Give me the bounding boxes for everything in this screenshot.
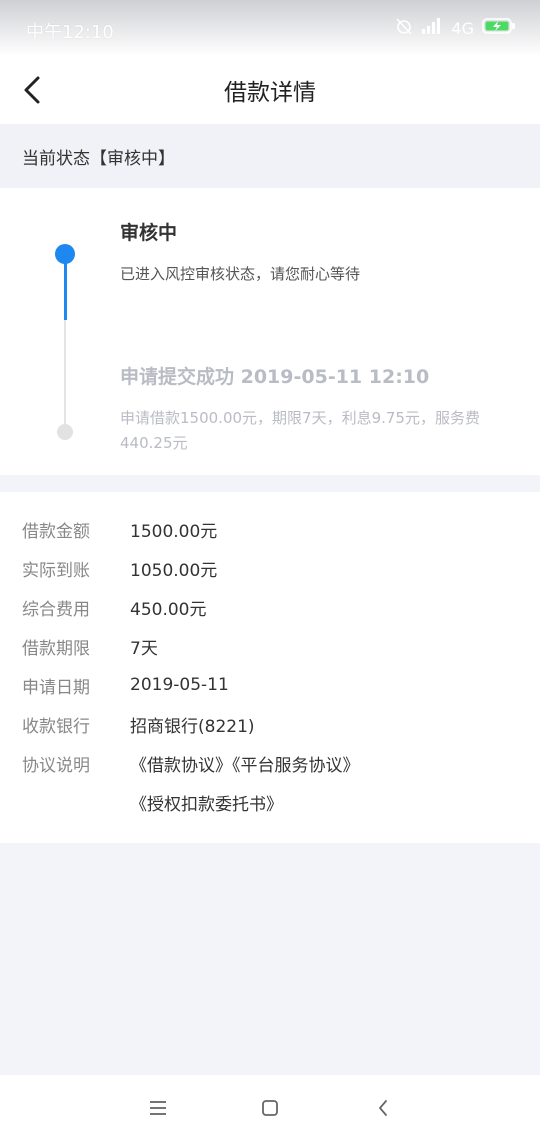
timeline-step-description: 申请借款1500.00元，期限7天，利息9.75元，服务费440.25元	[120, 409, 480, 452]
detail-label: 协议说明	[22, 755, 90, 776]
current-status: 当前状态【审核中】	[0, 124, 540, 188]
detail-label: 借款期限	[22, 638, 90, 659]
page-title: 借款详情	[224, 80, 316, 106]
menu-icon	[150, 1101, 166, 1115]
agreement-link-loan-platform[interactable]: 《借款协议》《平台服务协议》	[130, 751, 360, 776]
battery-charging-icon	[482, 18, 516, 38]
system-nav-bar	[0, 1075, 540, 1140]
progress-timeline: 审核中 已进入风控审核状态，请您耐心等待 申请提交成功 2019-05-11 1…	[0, 188, 540, 475]
status-bar: 中午12:10 4G	[0, 0, 540, 56]
detail-label: 综合费用	[22, 599, 90, 620]
back-nav-button[interactable]	[368, 1093, 398, 1123]
detail-value: 7天	[130, 638, 158, 659]
detail-row-apply-date: 申请日期 2019-05-11	[22, 673, 229, 698]
agreement-link-debit-authorization[interactable]: 《授权扣款委托书》	[130, 790, 283, 815]
detail-row-bank: 收款银行 招商银行(8221)	[22, 712, 255, 737]
timeline-dot-pending	[57, 424, 73, 440]
detail-label: 申请日期	[22, 677, 90, 698]
detail-value: 450.00元	[130, 599, 207, 620]
detail-label: 实际到账	[22, 560, 90, 581]
detail-row-agreements: 协议说明 《借款协议》《平台服务协议》	[22, 751, 360, 776]
home-button[interactable]	[255, 1093, 285, 1123]
detail-row-agreements-2: 《授权扣款委托书》	[22, 790, 283, 815]
timeline-dot-active	[55, 244, 75, 264]
detail-value: 1050.00元	[130, 560, 218, 581]
home-square-icon	[262, 1100, 278, 1116]
app-header: 借款详情	[0, 56, 540, 124]
detail-row-actual-received: 实际到账 1050.00元	[22, 556, 218, 581]
detail-label: 借款金额	[22, 521, 90, 542]
detail-row-term: 借款期限 7天	[22, 634, 158, 659]
detail-row-total-fees: 综合费用 450.00元	[22, 595, 207, 620]
detail-label: 收款银行	[22, 716, 90, 737]
chevron-left-icon	[24, 76, 40, 104]
status-icons: 4G	[395, 16, 516, 40]
back-button[interactable]	[14, 72, 50, 108]
timeline-line-pending	[64, 320, 66, 432]
loan-details: 借款金额 1500.00元 实际到账 1050.00元 综合费用 450.00元…	[0, 492, 540, 843]
timeline-step-description: 已进入风控审核状态，请您耐心等待	[120, 265, 361, 283]
chevron-left-icon	[379, 1100, 387, 1116]
detail-value: 招商银行(8221)	[130, 716, 255, 737]
network-type: 4G	[451, 18, 474, 38]
detail-value: 1500.00元	[130, 521, 218, 542]
status-time: 中午12:10	[26, 22, 114, 43]
detail-row-loan-amount: 借款金额 1500.00元	[22, 517, 218, 542]
timeline-step-title: 审核中	[120, 222, 178, 244]
alarm-off-icon	[395, 17, 413, 39]
signal-icon	[421, 18, 443, 38]
detail-value: 2019-05-11	[130, 675, 229, 695]
menu-button[interactable]	[143, 1093, 173, 1123]
timeline-step-title: 申请提交成功 2019-05-11 12:10	[120, 366, 430, 388]
